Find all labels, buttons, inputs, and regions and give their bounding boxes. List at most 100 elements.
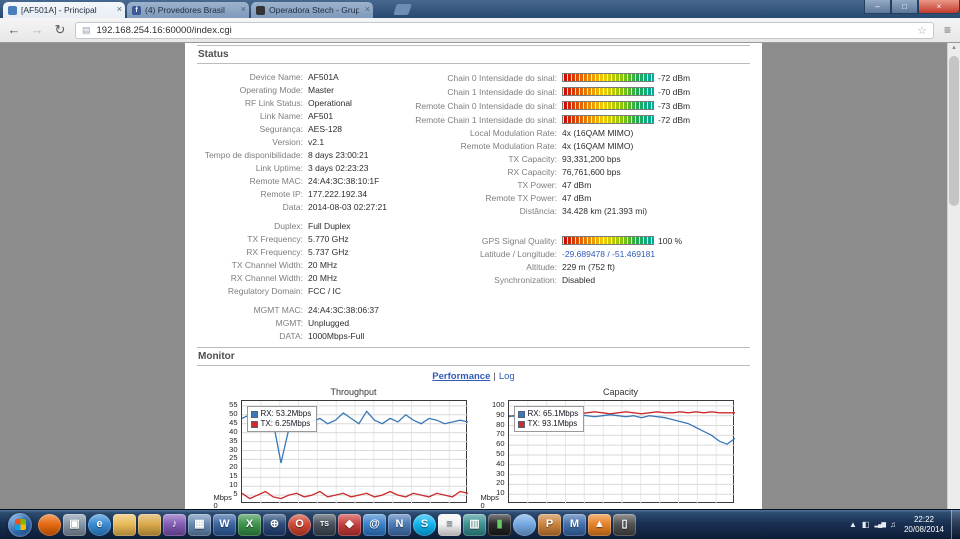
app-n-icon[interactable]: N [388, 514, 411, 536]
scroll-up-icon[interactable]: ▲ [948, 43, 960, 54]
legend-label: RX: 53.2Mbps [261, 409, 312, 419]
computer-icon[interactable]: ▣ [63, 514, 86, 536]
ie-icon[interactable]: e [88, 514, 111, 536]
field-value-text: 8 days 23:00:21 [308, 150, 369, 160]
field-value-text: Operational [308, 98, 352, 108]
control-panel-icon[interactable]: ▦ [188, 514, 211, 536]
clock-time: 22:22 [904, 515, 944, 525]
page-scrollbar[interactable]: ▲ [947, 43, 960, 509]
status-row: TX Capacity:93,331,200 bps [397, 153, 750, 166]
notepad-icon-glyph: ≡ [446, 519, 452, 530]
console-icon[interactable]: ▮ [488, 514, 511, 536]
opera-icon[interactable]: O [288, 514, 311, 536]
taskbar-clock[interactable]: 22:22 20/08/2014 [904, 515, 944, 535]
word-icon[interactable]: W [213, 514, 236, 536]
field-value: Operational [308, 97, 352, 110]
globe-icon[interactable]: ⊕ [263, 514, 286, 536]
tab-close-icon[interactable]: × [365, 4, 370, 15]
browser-tab[interactable]: f(4) Provedores Brasil× [127, 2, 249, 18]
documents-folder-icon[interactable] [138, 514, 161, 536]
teamspeak-icon-glyph: TS [320, 521, 329, 528]
log-link[interactable]: Log [499, 371, 515, 382]
maximize-button[interactable]: □ [891, 0, 918, 14]
links-separator: | [493, 371, 495, 382]
start-button[interactable] [8, 513, 32, 537]
status-row: Latitude / Longitude:-29.689478 / -51.46… [397, 248, 750, 261]
url-text[interactable]: 192.168.254.16:60000/index.cgi [97, 25, 912, 36]
y-tick-label: 50 [229, 410, 237, 418]
folder-icon[interactable] [113, 514, 136, 536]
minimize-button[interactable]: – [864, 0, 891, 14]
stech-favicon [256, 6, 265, 15]
forward-button[interactable]: → [29, 21, 45, 39]
security-icon-glyph: ◆ [345, 519, 353, 530]
y-tick-label: 80 [496, 421, 504, 429]
browser-window: [AF501A] - Principal×f(4) Provedores Bra… [0, 0, 960, 539]
reload-button[interactable]: ↻ [52, 21, 68, 39]
computer-icon-glyph: ▣ [69, 519, 79, 530]
tray-network-icon[interactable]: ▂▄▆ [874, 520, 884, 530]
back-button[interactable]: ← [6, 21, 22, 39]
mail-icon[interactable]: M [563, 514, 586, 536]
y-tick-label: 90 [496, 411, 504, 419]
performance-link[interactable]: Performance [432, 371, 490, 382]
browser-tab[interactable]: Operadora Stech - Grupo× [251, 2, 373, 18]
status-row: Duplex:Full Duplex [197, 220, 397, 233]
field-label: Regulatory Domain: [197, 285, 303, 298]
tab-close-icon[interactable]: × [117, 4, 122, 15]
status-section-title: Status [197, 45, 750, 64]
status-row: Distância:34.428 km (21.393 mi) [397, 205, 750, 218]
field-value-text: AES-128 [308, 124, 342, 134]
excel-icon[interactable]: X [238, 514, 261, 536]
messenger-icon[interactable]: @ [363, 514, 386, 536]
signal-strength-bar [562, 115, 654, 124]
browser-tab[interactable]: [AF501A] - Principal× [3, 2, 125, 18]
field-label: Altitude: [397, 261, 557, 274]
tray-volume-icon[interactable]: ♫ [890, 520, 896, 530]
chrome-icon[interactable] [513, 514, 536, 536]
field-label: Local Modulation Rate: [397, 127, 557, 140]
tray-app-icon[interactable]: ◧ [862, 520, 870, 530]
word-icon-glyph: W [219, 519, 229, 530]
y-axis-unit-label: Mbps 0 [481, 494, 505, 509]
teamspeak-icon[interactable]: TS [313, 514, 336, 536]
address-bar[interactable]: ▤ 192.168.254.16:60000/index.cgi ☆ [75, 22, 934, 39]
field-label: Remote TX Power: [397, 192, 557, 205]
tray-expand-icon[interactable]: ▲ [849, 520, 857, 530]
media-player-icon[interactable]: ♪ [163, 514, 186, 536]
field-value: -70 dBm [562, 85, 690, 99]
legend-entry: RX: 65.1Mbps [518, 409, 579, 419]
status-row: Remote MAC:24:A4:3C:38:10:1F [197, 175, 397, 188]
field-label: Version: [197, 136, 303, 149]
chart-title: Capacity [481, 387, 734, 397]
monitor-app-icon[interactable]: ▯ [613, 514, 636, 536]
rx-series-swatch [518, 411, 525, 418]
firefox-icon[interactable] [38, 514, 61, 536]
scrollbar-thumb[interactable] [949, 56, 959, 206]
security-icon[interactable]: ◆ [338, 514, 361, 536]
field-value-text: 5.770 GHz [308, 234, 349, 244]
show-desktop-button[interactable] [951, 510, 960, 539]
close-button[interactable]: × [918, 0, 960, 14]
field-value: -72 dBm [562, 71, 690, 85]
field-value: 100 % [562, 235, 682, 248]
paint-icon[interactable]: P [538, 514, 561, 536]
field-value-text: 34.428 km (21.393 mi) [562, 206, 647, 216]
facebook-favicon: f [132, 6, 141, 15]
bookmark-star-icon[interactable]: ☆ [917, 24, 927, 37]
skype-icon[interactable]: S [413, 514, 436, 536]
notepad-icon[interactable]: ≡ [438, 514, 461, 536]
status-right-column: Chain 0 Intensidade do sinal:-72 dBmChai… [397, 71, 750, 343]
vlc-icon[interactable]: ▲ [588, 514, 611, 536]
status-row: DATA:1000Mbps-Full [197, 330, 397, 343]
field-label: DATA: [197, 330, 303, 343]
coordinates-link[interactable]: -29.689478 / -51.469181 [562, 249, 655, 259]
remote-desktop-icon[interactable]: ▥ [463, 514, 486, 536]
field-value-text: Disabled [562, 275, 595, 285]
menu-icon[interactable]: ≡ [941, 23, 954, 37]
status-row: Segurança:AES-128 [197, 123, 397, 136]
field-value: v2.1 [308, 136, 324, 149]
tab-close-icon[interactable]: × [241, 4, 246, 15]
field-label: Remote Chain 1 Intensidade do sinal: [397, 113, 557, 127]
new-tab-button[interactable] [393, 4, 412, 15]
